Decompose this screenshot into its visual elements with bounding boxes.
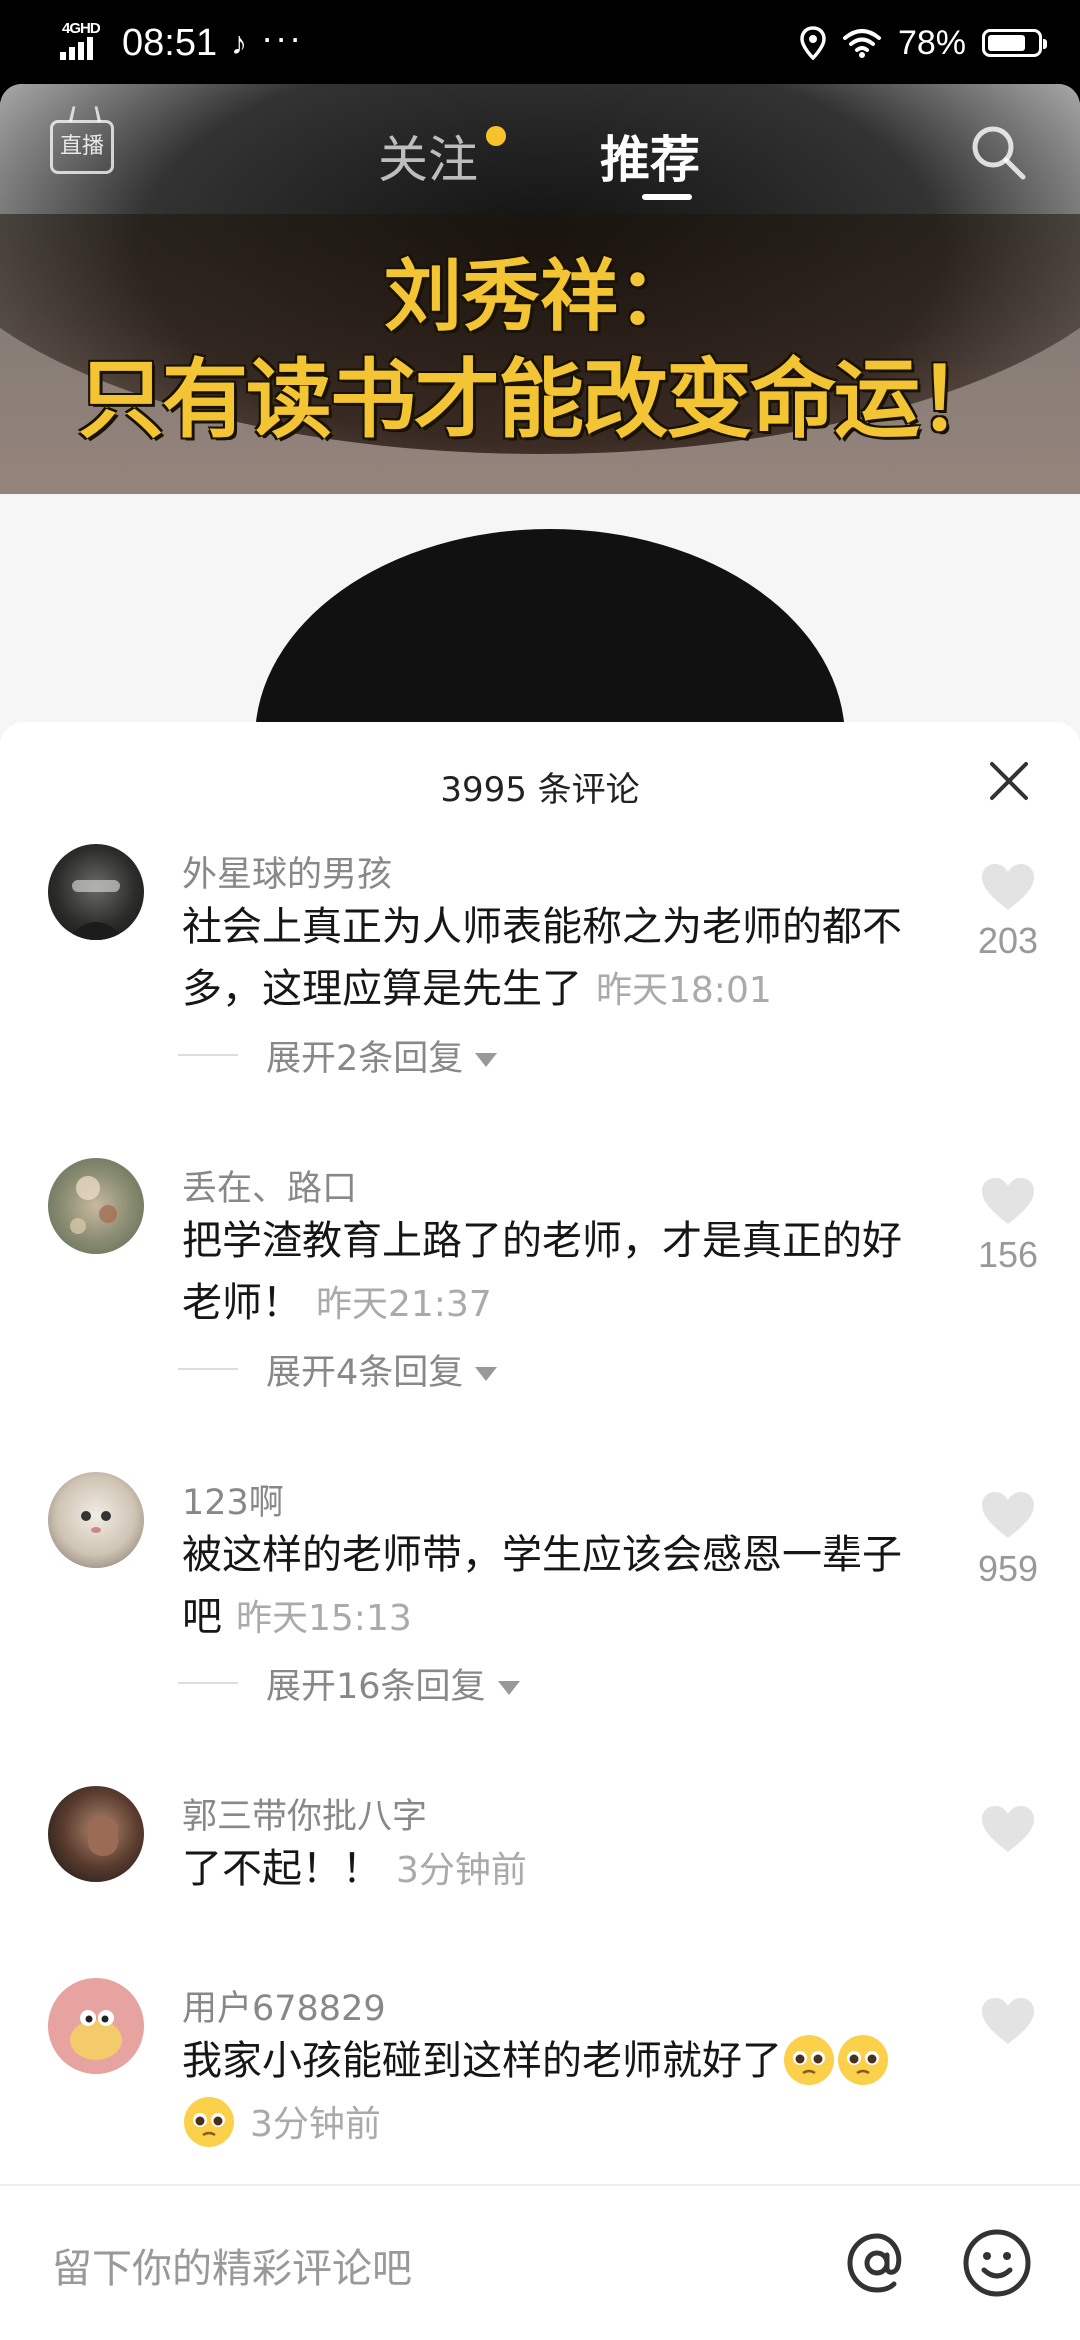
status-left: 4GHD 08:51 ♪ ··· [58, 17, 304, 68]
comments-sheet: 3995 条评论 外星球的男孩 社会上真正为人师表能称之为老师的都不多，这理应算… [0, 722, 1080, 2340]
expand-replies-label: 展开16条回复 [266, 1667, 486, 1707]
comment-text: 我家小孩能碰到这样的老师就好了 [182, 2038, 782, 2084]
live-tv-icon[interactable]: 直播 [50, 120, 114, 174]
comment-author[interactable]: 123啊 [182, 1474, 284, 1525]
expand-replies-button[interactable]: 展开4条回复 [178, 1344, 498, 1395]
comment-text: 社会上真正为人师表能称之为老师的都不多，这理应算是先生了 [182, 904, 902, 1012]
expand-replies-label: 展开4条回复 [266, 1353, 464, 1393]
close-icon[interactable] [988, 760, 1030, 802]
comment-time: 昨天15:13 [236, 1598, 412, 1639]
cellular-signal-icon: 4GHD [58, 20, 108, 66]
avatar[interactable] [48, 1158, 144, 1254]
heart-icon [982, 1178, 1034, 1224]
pleading-face-emoji-icon [184, 2097, 234, 2147]
avatar[interactable] [48, 1786, 144, 1882]
clock: 08:51 [122, 21, 218, 64]
search-icon[interactable] [968, 122, 1028, 182]
network-type: 4GHD [62, 20, 101, 37]
tiktok-notification-icon: ♪ [231, 24, 248, 61]
live-label: 直播 [59, 134, 104, 159]
like-button[interactable]: 156 [968, 1176, 1048, 1276]
expand-replies-button[interactable]: 展开2条回复 [178, 1030, 498, 1081]
comment-author[interactable]: 外星球的男孩 [182, 846, 392, 897]
like-button[interactable] [968, 1996, 1048, 2050]
status-bar: 4GHD 08:51 ♪ ··· 78% [0, 0, 1080, 84]
emoji-icon[interactable] [960, 2226, 1034, 2300]
video-caption-line2: 只有读书才能改变命运！ [78, 349, 1004, 450]
like-count: 959 [977, 1548, 1039, 1589]
comment-author[interactable]: 用户678829 [182, 1980, 386, 2031]
avatar[interactable] [48, 844, 144, 940]
comment-author[interactable]: 郭三带你批八字 [182, 1788, 427, 1839]
wifi-icon [842, 29, 881, 58]
comment-time: 昨天21:37 [316, 1284, 492, 1325]
heart-icon [982, 1492, 1034, 1538]
comment-time: 3分钟前 [250, 2104, 381, 2145]
like-button[interactable] [968, 1804, 1048, 1858]
battery-icon [982, 29, 1047, 57]
battery-percent: 78% [897, 23, 966, 62]
pleading-face-emoji-icon [784, 2035, 834, 2085]
like-button[interactable]: 959 [968, 1490, 1048, 1590]
tab-recommend-label: 推荐 [600, 131, 700, 189]
caret-down-icon [475, 1053, 498, 1067]
caret-down-icon [475, 1367, 498, 1381]
comment-body: 我家小孩能碰到这样的老师就好了 3分钟前 [182, 2030, 932, 2156]
comment-author[interactable]: 丢在、路口 [182, 1160, 357, 1211]
caret-down-icon [497, 1681, 520, 1695]
comment-time: 3分钟前 [396, 1850, 527, 1891]
comment-input-bar: 留下你的精彩评论吧 [0, 2184, 1080, 2340]
expand-replies-label: 展开2条回复 [266, 1039, 464, 1079]
pleading-face-emoji-icon [838, 2035, 888, 2085]
tab-recommend[interactable]: 推荐 [600, 120, 700, 200]
heart-icon [982, 864, 1034, 910]
comment-time: 昨天18:01 [596, 970, 772, 1011]
at-mention-icon[interactable] [840, 2226, 914, 2300]
location-icon [800, 26, 826, 60]
tab-follow-label: 关注 [378, 131, 478, 189]
active-tab-indicator [642, 194, 692, 200]
like-count: 203 [977, 920, 1039, 961]
like-button[interactable]: 203 [968, 862, 1048, 962]
comment-body: 把学渣教育上路了的老师，才是真正的好老师！ 昨天21:37 [182, 1210, 932, 1336]
comment-input[interactable]: 留下你的精彩评论吧 [52, 2236, 412, 2294]
top-nav: 直播 关注 推荐 [0, 84, 1080, 204]
comment-body: 被这样的老师带，学生应该会感恩一辈子吧 昨天15:13 [182, 1524, 932, 1650]
expand-replies-button[interactable]: 展开16条回复 [178, 1658, 520, 1709]
tab-follow[interactable]: 关注 [378, 120, 506, 192]
status-right: 78% [800, 18, 1047, 68]
comment-text: 了不起！！ [182, 1846, 382, 1892]
avatar[interactable] [48, 1472, 144, 1568]
comment-body: 社会上真正为人师表能称之为老师的都不多，这理应算是先生了 昨天18:01 [182, 896, 932, 1022]
comment-body: 了不起！！ 3分钟前 [182, 1838, 932, 1902]
heart-icon [982, 1998, 1034, 2044]
comments-count-title: 3995 条评论 [440, 770, 640, 810]
new-content-dot [486, 126, 506, 146]
like-count: 156 [977, 1234, 1039, 1275]
avatar[interactable] [48, 1978, 144, 2074]
heart-icon [982, 1806, 1034, 1852]
comment-text: 把学渣教育上路了的老师，才是真正的好老师！ [182, 1218, 902, 1326]
more-notifications-icon: ··· [261, 17, 304, 58]
